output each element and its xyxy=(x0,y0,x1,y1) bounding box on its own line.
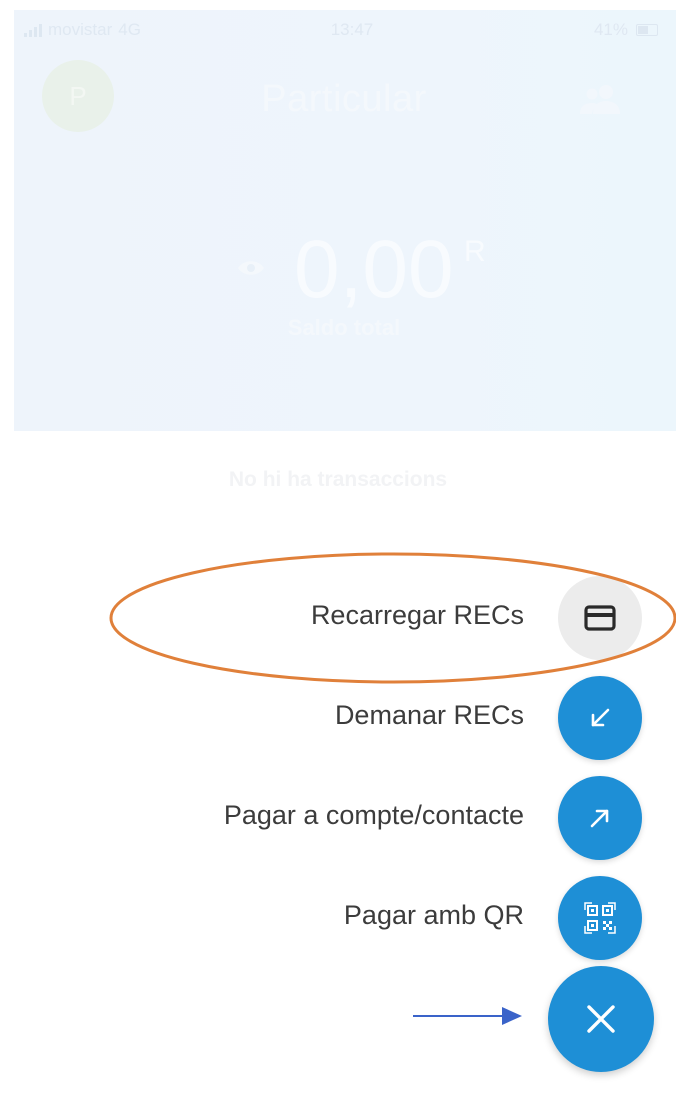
eye-icon[interactable] xyxy=(236,257,266,279)
status-bar: movistar 4G 13:47 41% xyxy=(14,10,676,50)
request-label[interactable]: Demanar RECs xyxy=(335,700,524,731)
balance-row: 0,00 R xyxy=(14,225,676,315)
empty-transactions-message: No hi ha transaccions xyxy=(228,468,448,491)
carrier-info: movistar 4G xyxy=(24,20,141,40)
balance-label: Saldo total xyxy=(287,315,401,340)
account-title: Particular xyxy=(261,78,427,120)
arrow-down-left-icon xyxy=(591,708,610,727)
status-right: 41% xyxy=(594,20,658,40)
battery-percent: 41% xyxy=(593,20,628,39)
top-up-button[interactable] xyxy=(558,576,642,660)
close-menu-button[interactable] xyxy=(548,966,654,1072)
avatar[interactable]: P xyxy=(42,60,114,132)
currency-symbol: R xyxy=(464,235,486,268)
pay-qr-button[interactable] xyxy=(558,876,642,960)
qr-code-icon xyxy=(584,902,616,934)
signal-icon xyxy=(24,23,42,37)
account-header: movistar 4G 13:47 41% P Particular 0,00 … xyxy=(14,10,676,431)
pay-contact-button[interactable] xyxy=(558,776,642,860)
pay-qr-label[interactable]: Pagar amb QR xyxy=(344,900,524,931)
balance-value: 0,00 xyxy=(294,224,454,315)
arrow-up-right-icon xyxy=(590,809,609,828)
annotation-arrow-head xyxy=(502,1007,522,1025)
network-type: 4G xyxy=(118,20,141,39)
contacts-icon[interactable] xyxy=(576,80,624,116)
top-up-label[interactable]: Recarregar RECs xyxy=(311,600,524,631)
battery-icon xyxy=(636,24,658,36)
clock: 13:47 xyxy=(330,20,374,39)
request-button[interactable] xyxy=(558,676,642,760)
pay-contact-label[interactable]: Pagar a compte/contacte xyxy=(224,800,524,831)
carrier-name: movistar xyxy=(48,20,113,39)
wallet-screen: movistar 4G 13:47 41% P Particular 0,00 … xyxy=(0,0,676,1098)
credit-card-icon xyxy=(584,605,616,631)
close-icon xyxy=(587,1005,615,1033)
